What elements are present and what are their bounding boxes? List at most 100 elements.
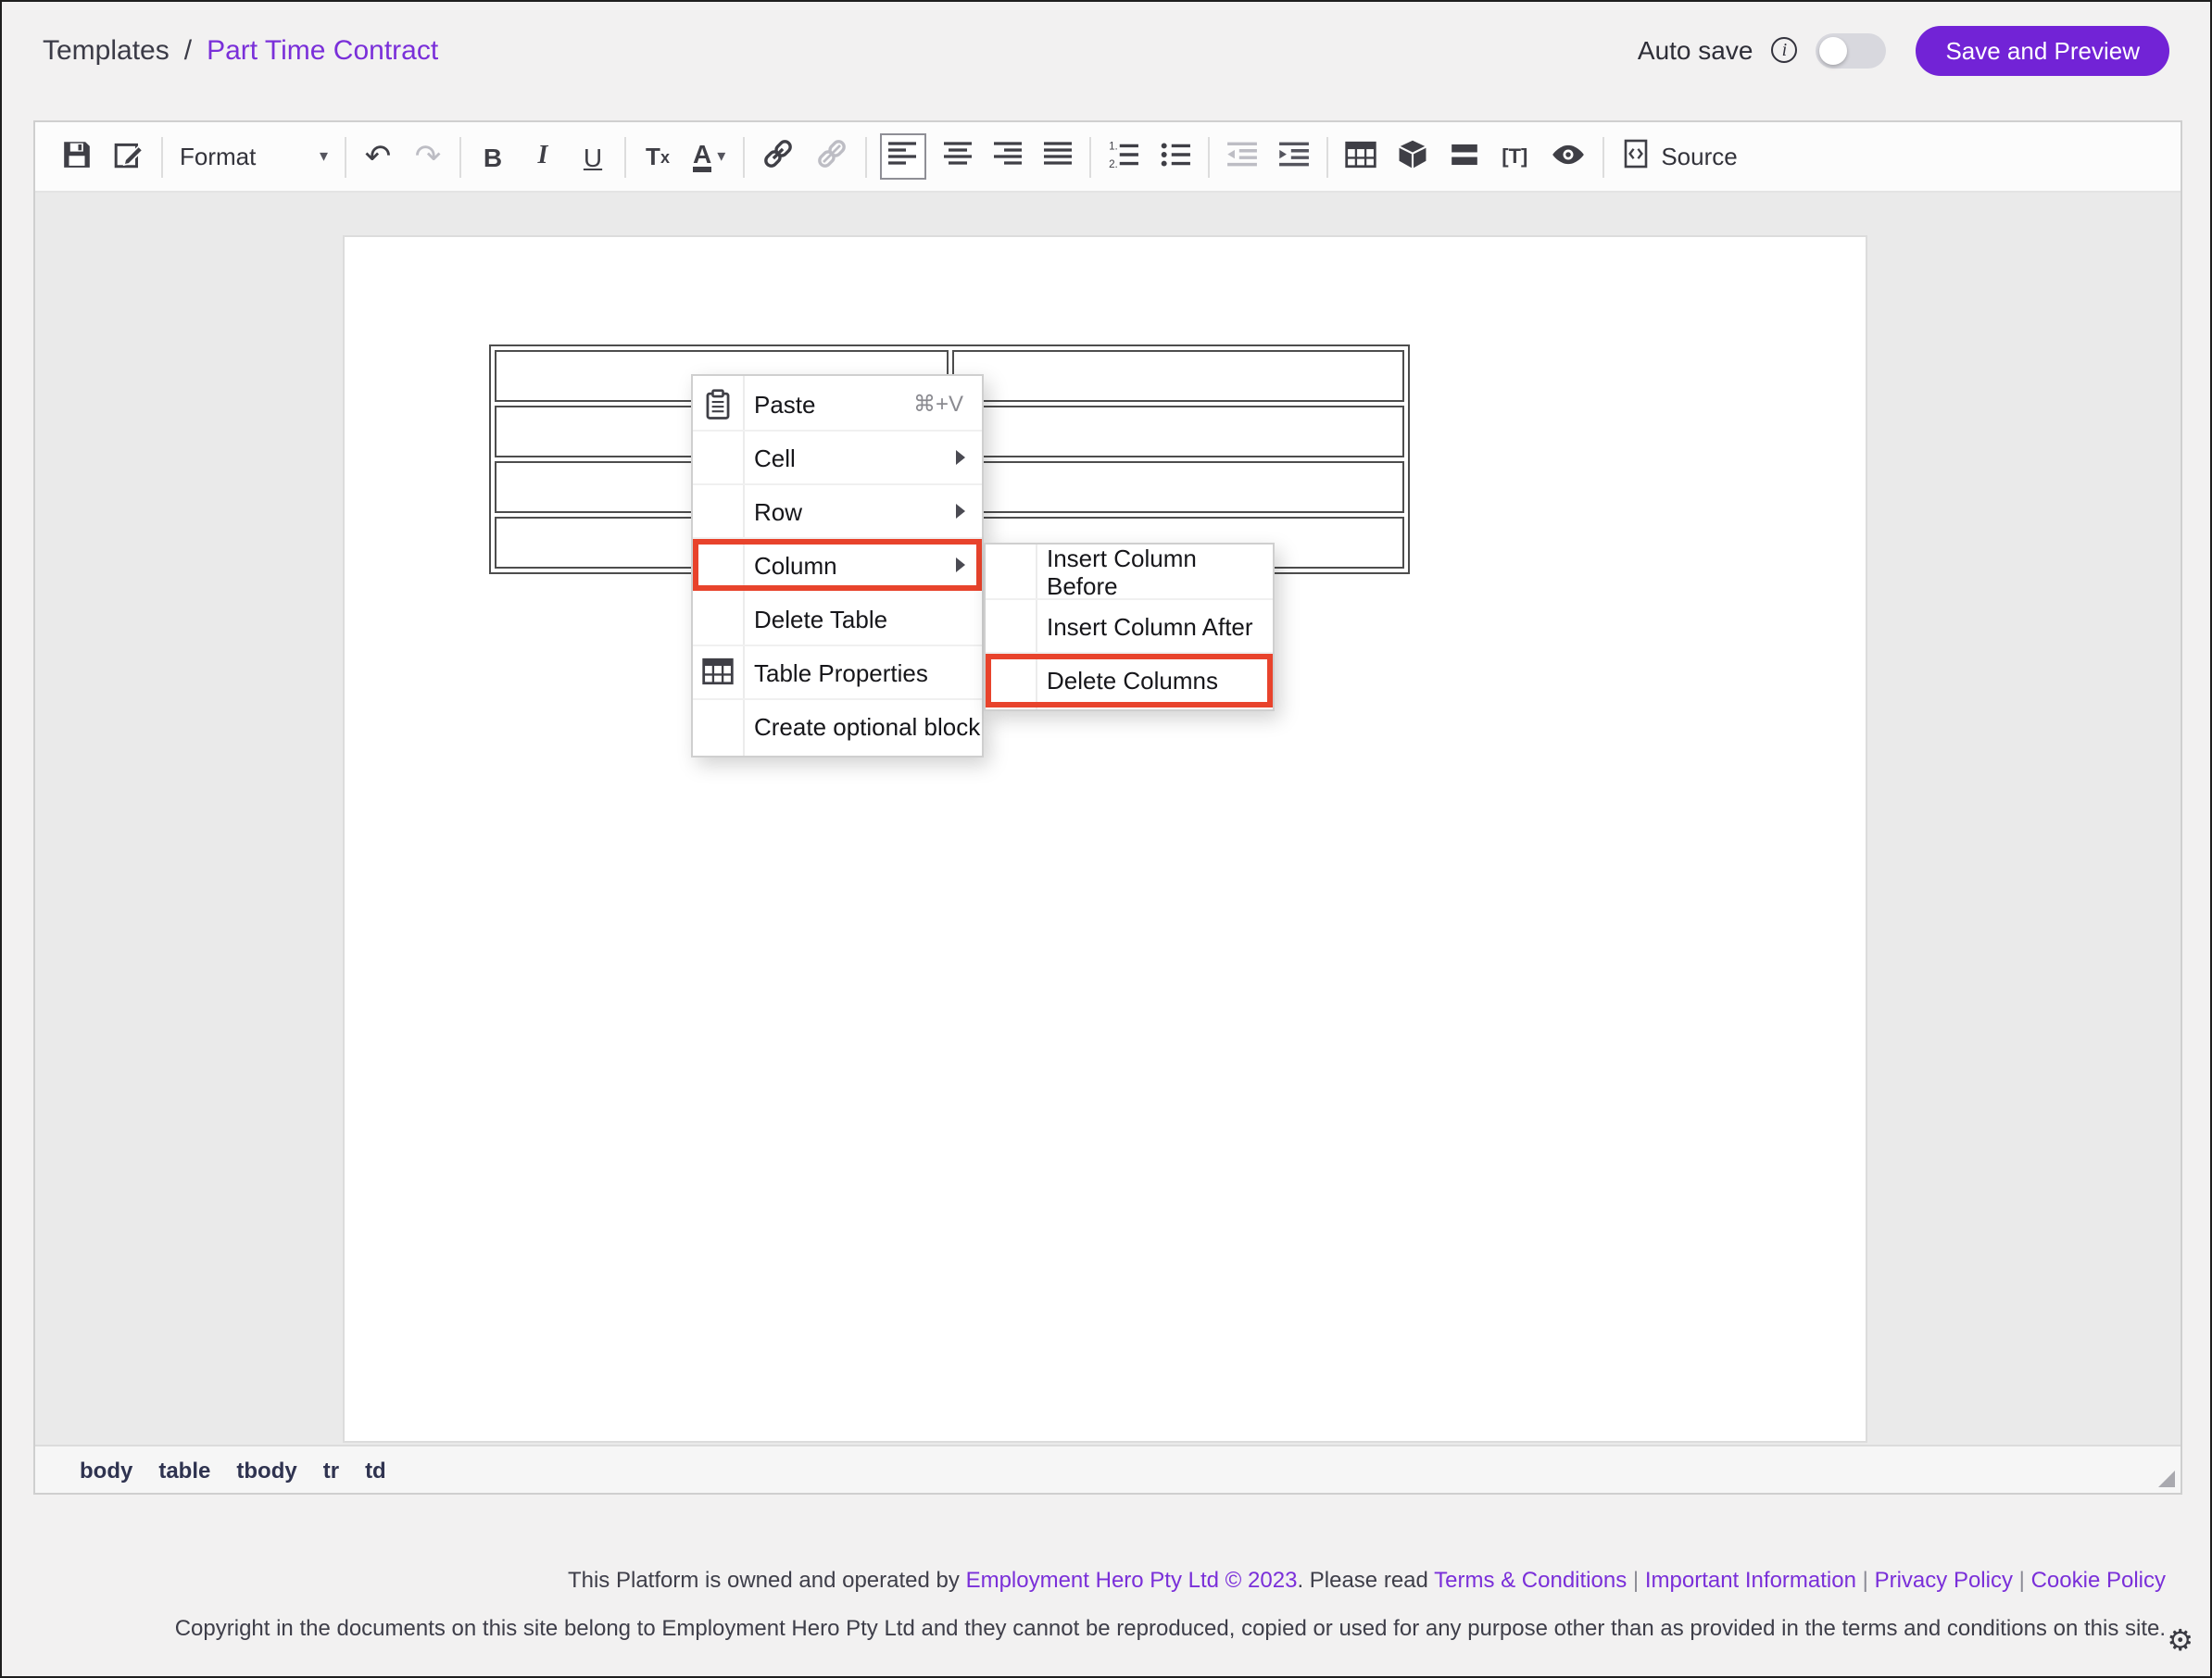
- edit-template-button[interactable]: [109, 133, 148, 180]
- gear-icon[interactable]: ⚙: [2167, 1628, 2193, 1658]
- path-item-tbody[interactable]: tbody: [236, 1457, 296, 1483]
- paste-shortcut: ⌘+V: [913, 391, 963, 417]
- path-item-body[interactable]: body: [80, 1457, 132, 1483]
- path-item-table[interactable]: table: [158, 1457, 210, 1483]
- page-break-icon: [1448, 140, 1479, 173]
- unlink-icon: [814, 137, 848, 176]
- align-right-icon: [992, 141, 1022, 172]
- text-color-a: A: [693, 140, 711, 172]
- numbered-list-icon: 1.2.: [1107, 140, 1138, 173]
- save-icon: [61, 138, 93, 175]
- toolbar-separator: [742, 136, 744, 177]
- placeholder-button[interactable]: [T]: [1496, 133, 1533, 180]
- submenu-item-delete-columns[interactable]: Delete Columns: [986, 654, 1273, 708]
- footer-line2: Copyright in the documents on this site …: [2, 1615, 2166, 1641]
- breadcrumb-current[interactable]: Part Time Contract: [207, 34, 438, 66]
- footer-line1: This Platform is owned and operated by E…: [2, 1567, 2166, 1593]
- italic-button[interactable]: I: [524, 133, 561, 180]
- document-page[interactable]: [343, 235, 1867, 1443]
- edit-icon: [113, 138, 145, 175]
- menu-item-cell[interactable]: Cell: [693, 432, 982, 485]
- company-link[interactable]: Employment Hero Pty Ltd © 2023: [966, 1567, 1298, 1593]
- preview-button[interactable]: [1546, 133, 1589, 180]
- format-dropdown[interactable]: Format ▾: [176, 143, 332, 170]
- footer-pipe: |: [1633, 1567, 1639, 1593]
- save-and-preview-button[interactable]: Save and Preview: [1916, 25, 2169, 75]
- submenu-item-insert-column-after[interactable]: Insert Column After: [986, 600, 1273, 654]
- outdent-button[interactable]: [1222, 133, 1261, 180]
- menu-item-label: Delete Table: [754, 605, 887, 632]
- column-submenu: Insert Column Before Insert Column After…: [984, 543, 1275, 711]
- svg-text:1.: 1.: [1108, 140, 1117, 152]
- bulleted-list-icon: [1159, 140, 1190, 173]
- privacy-policy-link[interactable]: Privacy Policy: [1875, 1567, 2013, 1593]
- paste-icon: [702, 389, 734, 420]
- footer-pipe: |: [2019, 1567, 2025, 1593]
- insert-table-button[interactable]: [1340, 133, 1379, 180]
- save-template-button[interactable]: [57, 133, 96, 180]
- align-left-icon: [887, 141, 917, 172]
- template-editor-app: Templates / Part Time Contract Auto save…: [0, 0, 2212, 1678]
- justify-button[interactable]: [1038, 133, 1075, 180]
- eye-icon: [1550, 140, 1585, 173]
- align-right-button[interactable]: [988, 133, 1025, 180]
- underline-button[interactable]: U: [574, 133, 611, 180]
- text-color-button[interactable]: A▾: [689, 133, 729, 180]
- info-icon[interactable]: i: [1771, 37, 1797, 63]
- indent-button[interactable]: [1274, 133, 1313, 180]
- source-label: Source: [1661, 143, 1737, 170]
- menu-item-create-optional-block[interactable]: Create optional block: [693, 700, 982, 754]
- path-item-td[interactable]: td: [365, 1457, 386, 1483]
- table-icon: [1344, 140, 1376, 173]
- menu-item-label: Insert Column Before: [1047, 545, 1273, 600]
- bold-button[interactable]: B: [474, 133, 511, 180]
- submenu-arrow-icon: [956, 450, 965, 465]
- breadcrumb-templates[interactable]: Templates: [43, 34, 170, 66]
- align-left-button[interactable]: [879, 133, 925, 180]
- cookie-policy-link[interactable]: Cookie Policy: [2031, 1567, 2166, 1593]
- autosave-toggle[interactable]: [1816, 32, 1886, 68]
- menu-item-paste[interactable]: Paste ⌘+V: [693, 378, 982, 432]
- outdent-icon: [1225, 140, 1257, 173]
- redo-button[interactable]: ↷: [409, 133, 446, 180]
- toolbar-separator: [459, 136, 461, 177]
- source-button[interactable]: Source: [1616, 133, 1741, 180]
- menu-item-label: Create optional block: [754, 713, 980, 741]
- table-cell[interactable]: [951, 461, 1404, 513]
- page-break-button[interactable]: [1444, 133, 1483, 180]
- menu-item-table-properties[interactable]: Table Properties: [693, 646, 982, 700]
- top-bar: Templates / Part Time Contract Auto save…: [2, 2, 2210, 98]
- table-cell[interactable]: [951, 350, 1404, 402]
- insert-block-button[interactable]: [1392, 133, 1431, 180]
- undo-button[interactable]: ↶: [359, 133, 396, 180]
- unlink-button[interactable]: [811, 133, 851, 180]
- indent-icon: [1277, 140, 1309, 173]
- element-path-bar: body table tbody tr td: [35, 1445, 2181, 1493]
- bulleted-list-button[interactable]: [1155, 133, 1194, 180]
- numbered-list-button[interactable]: 1.2.: [1103, 133, 1142, 180]
- menu-item-delete-table[interactable]: Delete Table: [693, 593, 982, 646]
- toolbar-separator: [1088, 136, 1090, 177]
- path-item-tr[interactable]: tr: [323, 1457, 339, 1483]
- menu-item-label: Insert Column After: [1047, 612, 1253, 640]
- table-cell[interactable]: [951, 406, 1404, 457]
- menu-item-label: Column: [754, 551, 837, 579]
- toolbar-separator: [864, 136, 866, 177]
- link-button[interactable]: [757, 133, 798, 180]
- svg-text:2.: 2.: [1108, 157, 1117, 168]
- align-center-button[interactable]: [938, 133, 975, 180]
- toolbar-separator: [624, 136, 626, 177]
- menu-item-row[interactable]: Row: [693, 485, 982, 539]
- footer-pipe: |: [1863, 1567, 1868, 1593]
- important-information-link[interactable]: Important Information: [1645, 1567, 1856, 1593]
- menu-item-label: Cell: [754, 444, 796, 471]
- submenu-item-insert-column-before[interactable]: Insert Column Before: [986, 546, 1273, 600]
- editor-content-area: Paste ⌘+V Cell Row Column Delete Table: [35, 193, 2181, 1445]
- menu-item-column[interactable]: Column: [693, 539, 982, 593]
- table-properties-icon: [702, 657, 734, 689]
- remove-format-button[interactable]: Tx: [639, 133, 676, 180]
- chevron-down-icon: ▾: [717, 146, 725, 167]
- toolbar-separator: [345, 136, 346, 177]
- terms-link[interactable]: Terms & Conditions: [1434, 1567, 1627, 1593]
- resize-handle[interactable]: [2158, 1471, 2175, 1487]
